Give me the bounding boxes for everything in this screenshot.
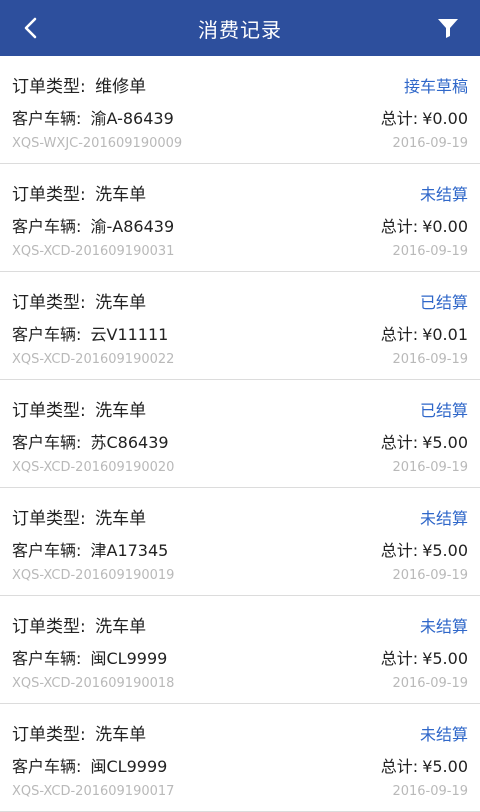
- vehicle-label: 客户车辆:: [12, 325, 82, 344]
- vehicle-label: 客户车辆:: [12, 649, 82, 668]
- page-title: 消费记录: [198, 17, 282, 42]
- order-list-item[interactable]: 订单类型: 洗车单 已结算 客户车辆: 苏C86439 总计: ¥5.00 XQS…: [0, 380, 480, 488]
- top-navigation-bar: 消费记录: [0, 0, 480, 56]
- total-amount: ¥5.00: [422, 757, 468, 776]
- order-number: XQS-WXJC-201609190009: [12, 136, 183, 151]
- order-date: 2016-09-19: [392, 784, 468, 799]
- order-type-label: 订单类型:: [12, 293, 86, 313]
- total-amount: ¥0.00: [422, 109, 468, 128]
- order-status-badge: 已结算: [419, 292, 468, 312]
- total-amount: ¥5.00: [422, 433, 468, 452]
- vehicle-label: 客户车辆:: [12, 217, 82, 236]
- order-date: 2016-09-19: [392, 568, 468, 583]
- order-number: XQS-XCD-201609190017: [12, 784, 175, 799]
- order-list-item[interactable]: 订单类型: 洗车单 未结算 客户车辆: 渝-A86439 总计: ¥0.00 XQ…: [0, 164, 480, 272]
- order-type-label: 订单类型:: [12, 617, 86, 637]
- order-number: XQS-XCD-201609190018: [12, 676, 175, 691]
- order-number: XQS-XCD-201609190019: [12, 568, 175, 583]
- total-amount: ¥0.00: [422, 217, 468, 236]
- total-label: 总计:: [380, 109, 419, 128]
- filter-funnel-icon: [438, 19, 458, 38]
- total-label: 总计:: [380, 325, 419, 344]
- order-status-badge: 未结算: [419, 184, 468, 204]
- total-amount: ¥5.00: [422, 649, 468, 668]
- total-amount: ¥0.01: [422, 325, 468, 344]
- order-type: 洗车单: [95, 509, 147, 529]
- order-list-item[interactable]: 订单类型: 洗车单 未结算 客户车辆: 闽CL9999 总计: ¥5.00 XQS…: [0, 704, 480, 812]
- back-button[interactable]: [14, 0, 48, 56]
- order-type-label: 订单类型:: [12, 185, 86, 205]
- total-label: 总计:: [380, 217, 419, 236]
- order-date: 2016-09-19: [392, 352, 468, 367]
- vehicle-plate: 渝A-86439: [90, 109, 174, 128]
- order-number: XQS-XCD-201609190020: [12, 460, 175, 475]
- order-date: 2016-09-19: [392, 136, 468, 151]
- order-list-item[interactable]: 订单类型: 洗车单 未结算 客户车辆: 闽CL9999 总计: ¥5.00 XQS…: [0, 596, 480, 704]
- vehicle-plate: 津A17345: [90, 541, 169, 560]
- vehicle-label: 客户车辆:: [12, 433, 82, 452]
- total-label: 总计:: [380, 433, 419, 452]
- order-type: 洗车单: [95, 617, 147, 637]
- order-status-badge: 接车草稿: [403, 76, 468, 96]
- vehicle-plate: 闽CL9999: [90, 649, 168, 668]
- order-list: 订单类型: 维修单 接车草稿 客户车辆: 渝A-86439 总计: ¥0.00 X…: [0, 56, 480, 812]
- order-status-badge: 未结算: [419, 508, 468, 528]
- vehicle-label: 客户车辆:: [12, 757, 82, 776]
- order-list-item[interactable]: 订单类型: 维修单 接车草稿 客户车辆: 渝A-86439 总计: ¥0.00 X…: [0, 56, 480, 164]
- order-type-label: 订单类型:: [12, 725, 86, 745]
- order-type-label: 订单类型:: [12, 77, 86, 97]
- order-type: 洗车单: [95, 293, 147, 313]
- vehicle-plate: 苏C86439: [90, 433, 169, 452]
- order-status-badge: 未结算: [419, 724, 468, 744]
- filter-button[interactable]: [428, 0, 468, 56]
- order-type: 洗车单: [95, 185, 147, 205]
- order-number: XQS-XCD-201609190031: [12, 244, 175, 259]
- order-status-badge: 未结算: [419, 616, 468, 636]
- total-label: 总计:: [380, 757, 419, 776]
- vehicle-label: 客户车辆:: [12, 541, 82, 560]
- order-type-label: 订单类型:: [12, 509, 86, 529]
- order-number: XQS-XCD-201609190022: [12, 352, 175, 367]
- order-type: 洗车单: [95, 725, 147, 745]
- order-list-item[interactable]: 订单类型: 洗车单 未结算 客户车辆: 津A17345 总计: ¥5.00 XQS…: [0, 488, 480, 596]
- order-type: 洗车单: [95, 401, 147, 421]
- order-status-badge: 已结算: [419, 400, 468, 420]
- order-type-label: 订单类型:: [12, 401, 86, 421]
- vehicle-plate: 渝-A86439: [90, 217, 175, 236]
- back-arrow-icon: [24, 17, 37, 39]
- order-date: 2016-09-19: [392, 460, 468, 475]
- vehicle-label: 客户车辆:: [12, 109, 82, 128]
- vehicle-plate: 云V11111: [90, 325, 169, 344]
- order-list-item[interactable]: 订单类型: 洗车单 已结算 客户车辆: 云V11111 总计: ¥0.01 XQS…: [0, 272, 480, 380]
- order-type: 维修单: [95, 77, 147, 97]
- order-date: 2016-09-19: [392, 676, 468, 691]
- total-label: 总计:: [380, 649, 419, 668]
- total-label: 总计:: [380, 541, 419, 560]
- order-date: 2016-09-19: [392, 244, 468, 259]
- vehicle-plate: 闽CL9999: [90, 757, 168, 776]
- total-amount: ¥5.00: [422, 541, 468, 560]
